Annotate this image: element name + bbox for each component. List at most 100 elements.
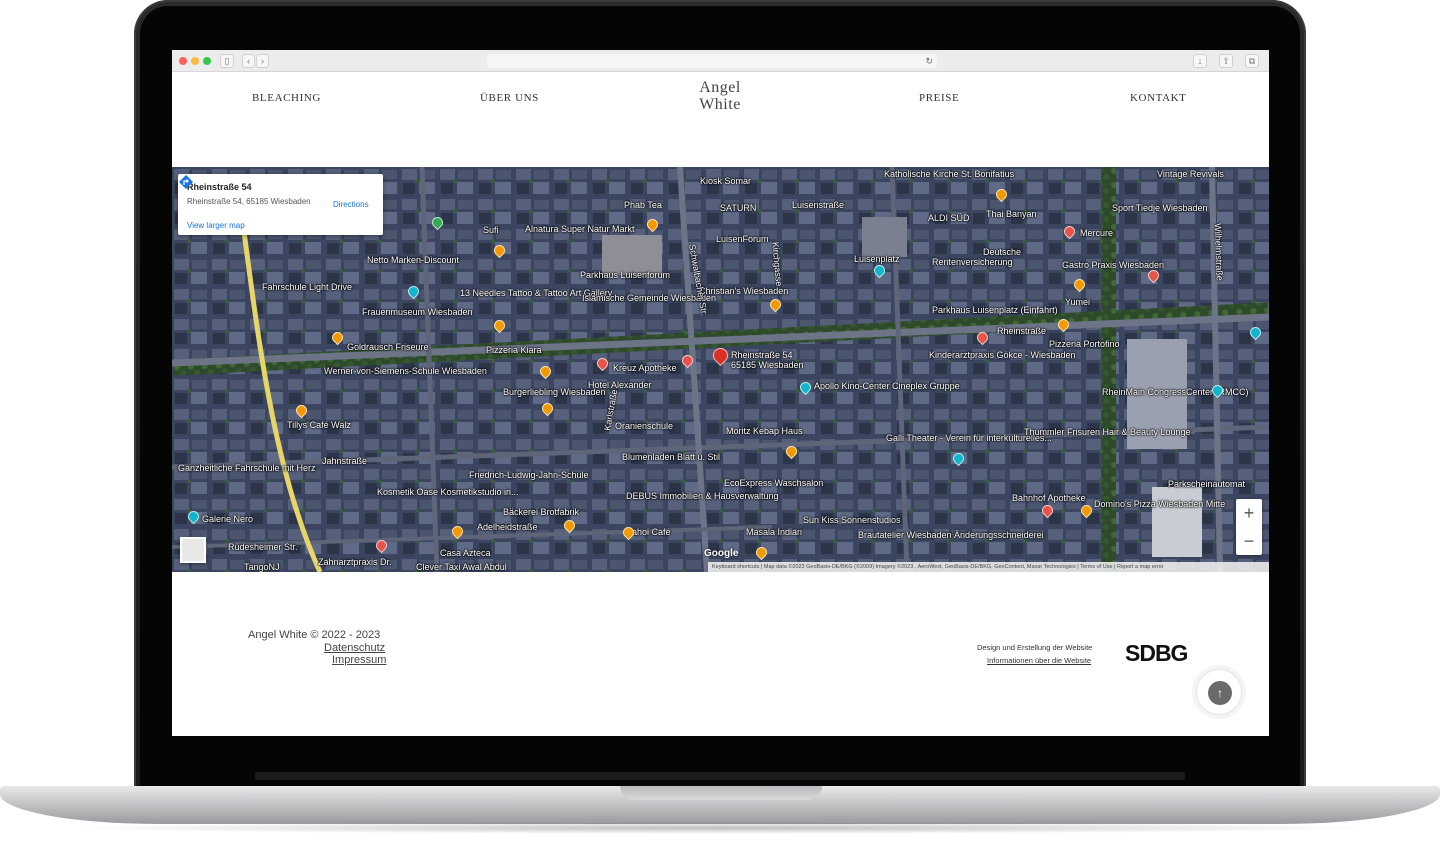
map-label: Thummler Frisuren Hair & Beauty Lounge [1024,427,1191,437]
map-layer-toggle[interactable] [180,537,206,563]
map-label: Kreuz Apotheke [613,363,677,373]
map-label: Friedrich-Ludwig-Jahn-Schule [469,470,589,480]
map-label: Bäckerei Brotfabrik [503,507,580,517]
map-label: Jahnstraße [322,456,368,466]
back-icon[interactable]: ‹ [242,54,255,68]
nav-preise[interactable]: PREISE [919,92,959,104]
laptop-frame: ▯ ‹ › ↻ ↓ ⇧ ⧉ BLEACHING ÜBER UNS Angel W… [0,0,1440,845]
copyright-text: Angel White © 2022 - 2023 [248,629,381,641]
map-label: Galerie Nero [202,514,254,524]
tabs-overview-icon[interactable]: ⧉ [1245,54,1259,68]
scroll-to-top-button[interactable]: ↑ [1196,669,1242,715]
map-zoom-control: + − [1236,499,1262,555]
map-label: Rüdesheimer Str. [228,542,298,552]
datenschutz-link[interactable]: Datenschutz [324,642,385,654]
site-header: BLEACHING ÜBER UNS Angel White PREISE KO… [172,72,1269,167]
browser-screen: ▯ ‹ › ↻ ↓ ⇧ ⧉ BLEACHING ÜBER UNS Angel W… [172,50,1269,736]
map-label: Thai Banyan [986,209,1037,219]
directions-icon[interactable] [178,174,194,190]
design-info-link[interactable]: Informationen über die Website [987,656,1091,665]
sdbg-logo[interactable]: SDBG [1125,640,1188,667]
reload-icon[interactable]: ↻ [925,54,933,68]
map-attribution[interactable]: Keyboard shortcuts | Map data ©2023 GeoB… [708,562,1269,572]
map-label: Sufi [483,225,499,235]
map-label: Mercure [1080,228,1114,238]
map-label: Luisenstraße [792,200,845,210]
nav-kontakt[interactable]: KONTAKT [1130,92,1186,104]
map-label: Deutsche [983,247,1022,257]
map-label: Domino's Pizza Wiesbaden Mitte [1094,499,1226,509]
map-label: LuisenForum [716,234,769,244]
map-label: Pizzeria Portofino [1049,339,1120,349]
logo-line-2: White [699,96,741,113]
map-label: Kiosk Somar [700,176,752,186]
map-label: Zahnarztpraxis Dr. [318,557,392,567]
map-label: Wilhelmstraße [1212,223,1225,281]
map-label: Brautatelier Wiesbaden Änderungsschneide… [858,530,1044,540]
map-label: Clever Taxi Awal Abdul [416,562,507,572]
map-label: DEBUS Immobilien & Hausverwaltung [626,491,779,501]
site-logo[interactable]: Angel White [680,79,760,113]
map-label: Pizzeria Kiara [486,345,542,355]
selected-location-label: Rheinstraße 54 65185 Wiesbaden [731,350,804,370]
embedded-satellite-map[interactable]: Katholische Kirche St. Bonifatius Vintag… [172,167,1269,572]
map-label: Fahrschule Light Drive [262,282,353,292]
map-label: TangoNJ [244,562,280,572]
map-label: RheinMain CongressCenter (RMCC) [1102,387,1249,397]
map-label: Parkhaus Luisenforum [580,270,671,280]
hinge-strip [255,772,1185,780]
google-logo: Google [704,548,739,559]
map-label: Oranienschule [615,421,674,431]
share-icon[interactable]: ⇧ [1219,54,1233,68]
map-label: Rentenversicherung [932,257,1013,267]
directions-label[interactable]: Directions [333,200,369,209]
zoom-window-button[interactable] [203,57,211,65]
impressum-link[interactable]: Impressum [332,654,386,666]
map-label: Sun Kiss Sonnenstudios [803,515,901,525]
zoom-out-button[interactable]: − [1236,527,1262,555]
map-label: Alnatura Super Natur Markt [525,224,635,234]
nav-ueber-uns[interactable]: ÜBER UNS [480,92,539,104]
sidebar-toggle-icon[interactable]: ▯ [220,54,234,68]
map-label: Blumenladen Blatt u. Stil [622,452,721,462]
map-label: SATURN [720,203,757,213]
nav-bleaching[interactable]: BLEACHING [252,92,321,104]
map-label: Luisenplatz [854,254,900,264]
map-label: Burgerliebling Wiesbaden [503,387,606,397]
map-label: Vintage Revivals [1157,169,1224,179]
address-bar[interactable]: ↻ [487,54,937,68]
map-label: Kosmetik Oase Kosmetikstudio in... [377,487,519,497]
map-label: Werner-von-Siemens-Schule Wiesbaden [324,366,487,376]
map-label: Netto Marken-Discount [367,255,460,265]
browser-toolbar: ▯ ‹ › ↻ ↓ ⇧ ⧉ [172,50,1269,72]
zoom-in-button[interactable]: + [1236,499,1262,527]
map-label: Parkscheinautomat [1168,479,1246,489]
map-label: Masala Indian [746,527,803,537]
site-footer: Angel White © 2022 - 2023 Datenschutz Im… [172,572,1269,736]
forward-icon[interactable]: › [256,54,269,68]
map-info-card: Rheinstraße 54 Rheinstraße 54, 65185 Wie… [178,174,383,235]
map-label: EcoExpress Waschsalon [724,478,824,488]
design-credit-text: Design und Erstellung der Website [977,643,1093,652]
map-label: Casa Azteca [440,548,491,558]
view-larger-map-link[interactable]: View larger map [187,221,245,230]
map-label: Moritz Kebap Haus [726,426,803,436]
map-label: Christian's Wiesbaden [699,286,789,296]
map-label: ALDI SÜD [928,213,970,223]
map-label: Goldrausch Friseure [347,342,429,352]
map-label: Katholische Kirche St. Bonifatius [884,169,1015,179]
logo-line-1: Angel [699,79,741,96]
map-label: Sport Tiedje Wiesbaden [1112,203,1208,213]
minimize-window-button[interactable] [191,57,199,65]
map-label: ahoi Café [632,527,671,537]
info-card-title: Rheinstraße 54 [187,182,252,192]
map-label: Apollo Kino-Center Cineplex Gruppe [814,381,960,391]
close-window-button[interactable] [179,57,187,65]
map-label: Ganzheitliche Fahrschule mit Herz [178,463,316,473]
laptop-notch [620,786,822,800]
map-label: Yumei [1065,297,1091,307]
map-label: Kinderarztpraxis Gökce - Wiesbaden [929,350,1076,360]
download-icon[interactable]: ↓ [1193,54,1207,68]
map-label: Parkhaus Luisenplatz (Einfahrt) [932,305,1058,315]
map-label: Rheinstraße [997,326,1047,336]
